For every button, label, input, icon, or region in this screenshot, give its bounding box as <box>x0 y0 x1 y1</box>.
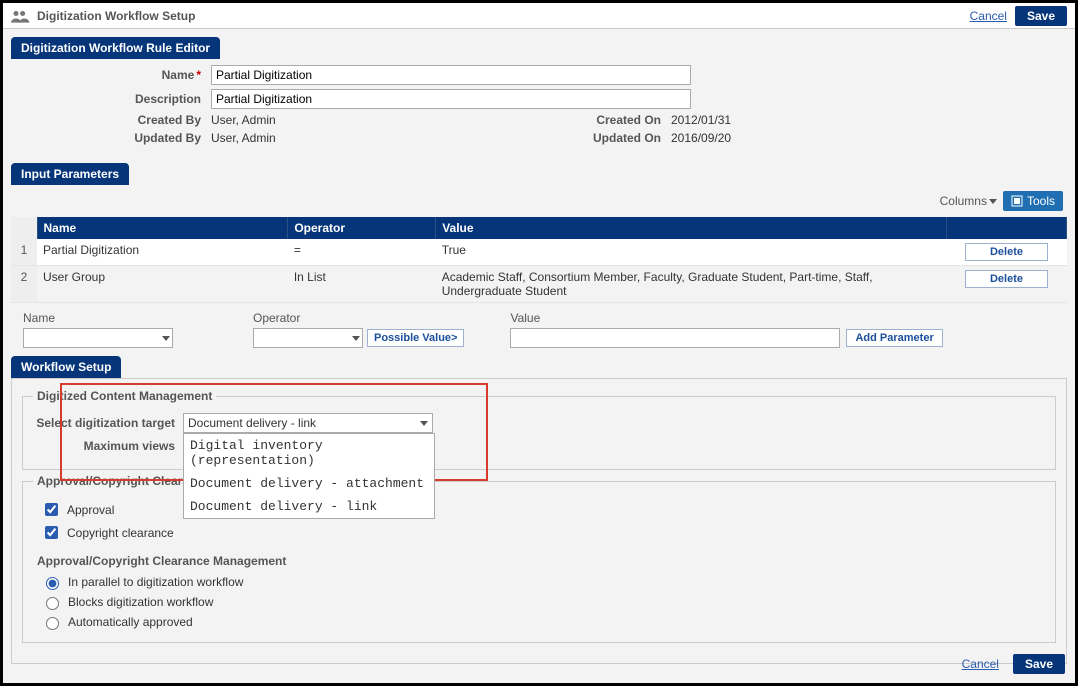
panel-header-workflow: Workflow Setup <box>11 356 121 378</box>
cell-name: Partial Digitization <box>37 239 288 266</box>
mgmt-parallel-label: In parallel to digitization workflow <box>68 575 243 589</box>
add-value-input[interactable] <box>510 328 840 348</box>
heading-mgmt: Approval/Copyright Clearance Management <box>37 554 1045 568</box>
save-button-bottom[interactable]: Save <box>1013 654 1065 674</box>
table-row: 2 User Group In List Academic Staff, Con… <box>11 266 1067 303</box>
group-approval: Approval/Copyright Clearance Processing … <box>22 474 1056 643</box>
cancel-link-top[interactable]: Cancel <box>970 9 1007 23</box>
value-updated-by: User, Admin <box>211 131 276 145</box>
value-updated-on: 2016/09/20 <box>671 131 731 145</box>
copyright-checkbox[interactable] <box>45 526 58 539</box>
dropdown-option[interactable]: Digital inventory (representation) <box>184 434 434 472</box>
add-name-select[interactable] <box>23 328 173 348</box>
chevron-down-icon <box>352 336 360 341</box>
columns-label: Columns <box>940 194 987 208</box>
cell-value: Academic Staff, Consortium Member, Facul… <box>436 266 947 303</box>
dropdown-option[interactable]: Document delivery - attachment <box>184 472 434 495</box>
panel-header-editor: Digitization Workflow Rule Editor <box>11 37 220 59</box>
dropdown-option[interactable]: Document delivery - link <box>184 495 434 518</box>
mgmt-auto-label: Automatically approved <box>68 615 193 629</box>
save-button-top[interactable]: Save <box>1015 6 1067 26</box>
chevron-down-icon <box>420 421 428 426</box>
panel-header-params: Input Parameters <box>11 163 129 185</box>
delete-button[interactable]: Delete <box>965 243 1048 261</box>
label-created-by: Created By <box>21 113 211 127</box>
label-name: Name <box>162 68 195 82</box>
add-operator-select[interactable] <box>253 328 363 348</box>
label-digitization-target: Select digitization target <box>33 416 183 430</box>
add-operator-label: Operator <box>253 311 464 325</box>
col-num <box>11 217 37 239</box>
required-marker: * <box>196 68 201 82</box>
description-input[interactable] <box>211 89 691 109</box>
add-name-label: Name <box>23 311 173 325</box>
col-name[interactable]: Name <box>37 217 288 239</box>
col-value[interactable]: Value <box>436 217 947 239</box>
chevron-down-icon <box>989 199 997 204</box>
cell-num: 1 <box>11 239 37 266</box>
label-updated-on: Updated On <box>581 131 671 145</box>
value-created-on: 2012/01/31 <box>671 113 731 127</box>
cell-value: True <box>436 239 947 266</box>
columns-dropdown[interactable]: Columns <box>940 194 997 208</box>
group-digitized: Digitized Content Management Select digi… <box>22 389 1056 470</box>
chevron-down-icon <box>162 336 170 341</box>
mgmt-auto-radio[interactable] <box>46 617 59 630</box>
mgmt-parallel-radio[interactable] <box>46 577 59 590</box>
table-row: 1 Partial Digitization = True Delete <box>11 239 1067 266</box>
delete-button[interactable]: Delete <box>965 270 1048 288</box>
mgmt-blocks-radio[interactable] <box>46 597 59 610</box>
cell-operator: = <box>288 239 436 266</box>
col-actions <box>947 217 1067 239</box>
approval-label: Approval <box>67 503 114 517</box>
mgmt-blocks-label: Blocks digitization workflow <box>68 595 213 609</box>
add-value-label: Value <box>510 311 942 325</box>
label-description: Description <box>21 92 211 106</box>
tools-icon <box>1011 195 1023 207</box>
people-icon <box>11 8 31 24</box>
value-created-by: User, Admin <box>211 113 276 127</box>
label-max-views: Maximum views <box>33 439 183 453</box>
params-table: Name Operator Value 1 Partial Digitizati… <box>11 217 1067 303</box>
legend-digitized: Digitized Content Management <box>33 389 216 403</box>
name-input[interactable] <box>211 65 691 85</box>
approval-checkbox[interactable] <box>45 503 58 516</box>
label-updated-by: Updated By <box>21 131 211 145</box>
digitization-target-value: Document delivery - link <box>188 416 316 430</box>
cell-num: 2 <box>11 266 37 303</box>
col-operator[interactable]: Operator <box>288 217 436 239</box>
label-created-on: Created On <box>581 113 671 127</box>
cell-operator: In List <box>288 266 436 303</box>
add-parameter-button[interactable]: Add Parameter <box>846 329 942 347</box>
page-title: Digitization Workflow Setup <box>37 9 195 23</box>
copyright-label: Copyright clearance <box>67 526 174 540</box>
cell-name: User Group <box>37 266 288 303</box>
tools-button[interactable]: Tools <box>1003 191 1063 211</box>
digitization-target-dropdown: Digital inventory (representation) Docum… <box>183 433 435 519</box>
possible-value-button[interactable]: Possible Value> <box>367 329 464 347</box>
digitization-target-select[interactable]: Document delivery - link Digital invento… <box>183 413 433 433</box>
cancel-link-bottom[interactable]: Cancel <box>962 657 999 671</box>
